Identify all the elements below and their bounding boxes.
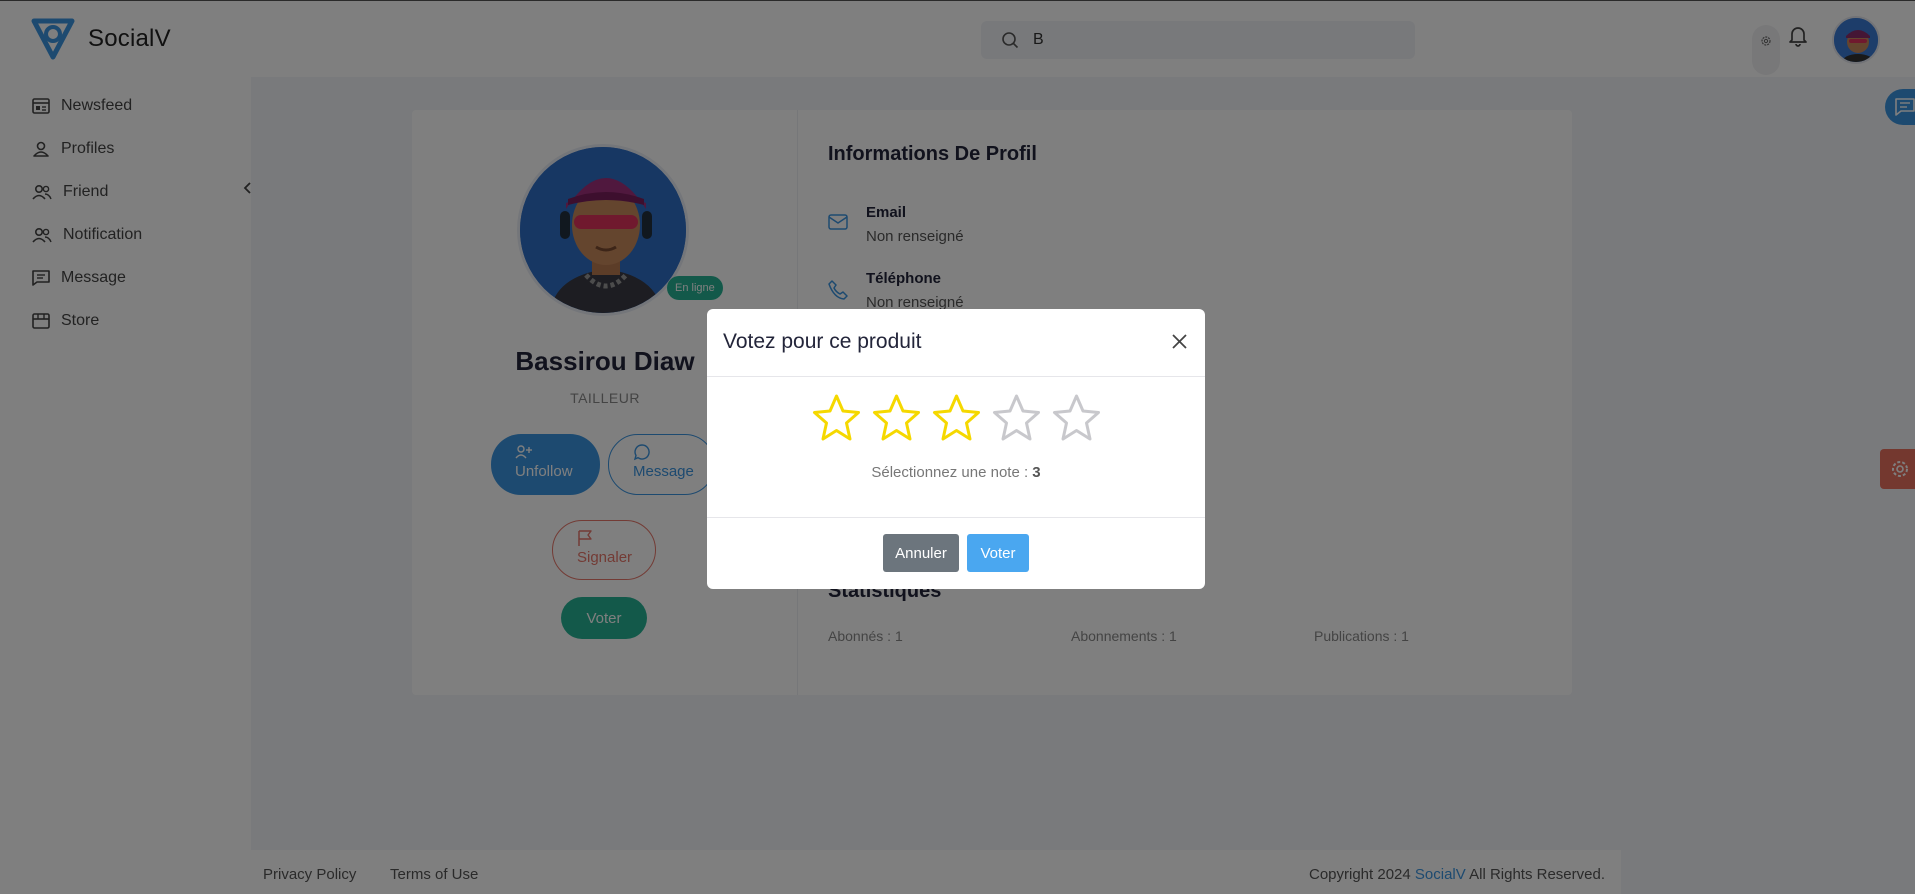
close-icon (1172, 334, 1187, 349)
cancel-button[interactable]: Annuler (883, 534, 959, 572)
star-filled-icon[interactable] (870, 393, 923, 448)
star-filled-icon[interactable] (810, 393, 863, 448)
vote-modal: Votez pour ce produit Sélectionnez une n… (707, 309, 1205, 589)
rating-note-value: 3 (1032, 464, 1041, 481)
modal-title: Votez pour ce produit (723, 330, 922, 353)
star-empty-icon[interactable] (990, 393, 1043, 448)
star-filled-icon[interactable] (930, 393, 983, 448)
star-rating (810, 393, 1103, 448)
rating-note: Sélectionnez une note : 3 (707, 464, 1205, 481)
star-empty-icon[interactable] (1050, 393, 1103, 448)
submit-vote-button[interactable]: Voter (967, 534, 1029, 572)
modal-close-button[interactable] (1171, 333, 1188, 355)
modal-header: Votez pour ce produit (707, 309, 1205, 377)
rating-note-prefix: Sélectionnez une note : (871, 464, 1033, 481)
